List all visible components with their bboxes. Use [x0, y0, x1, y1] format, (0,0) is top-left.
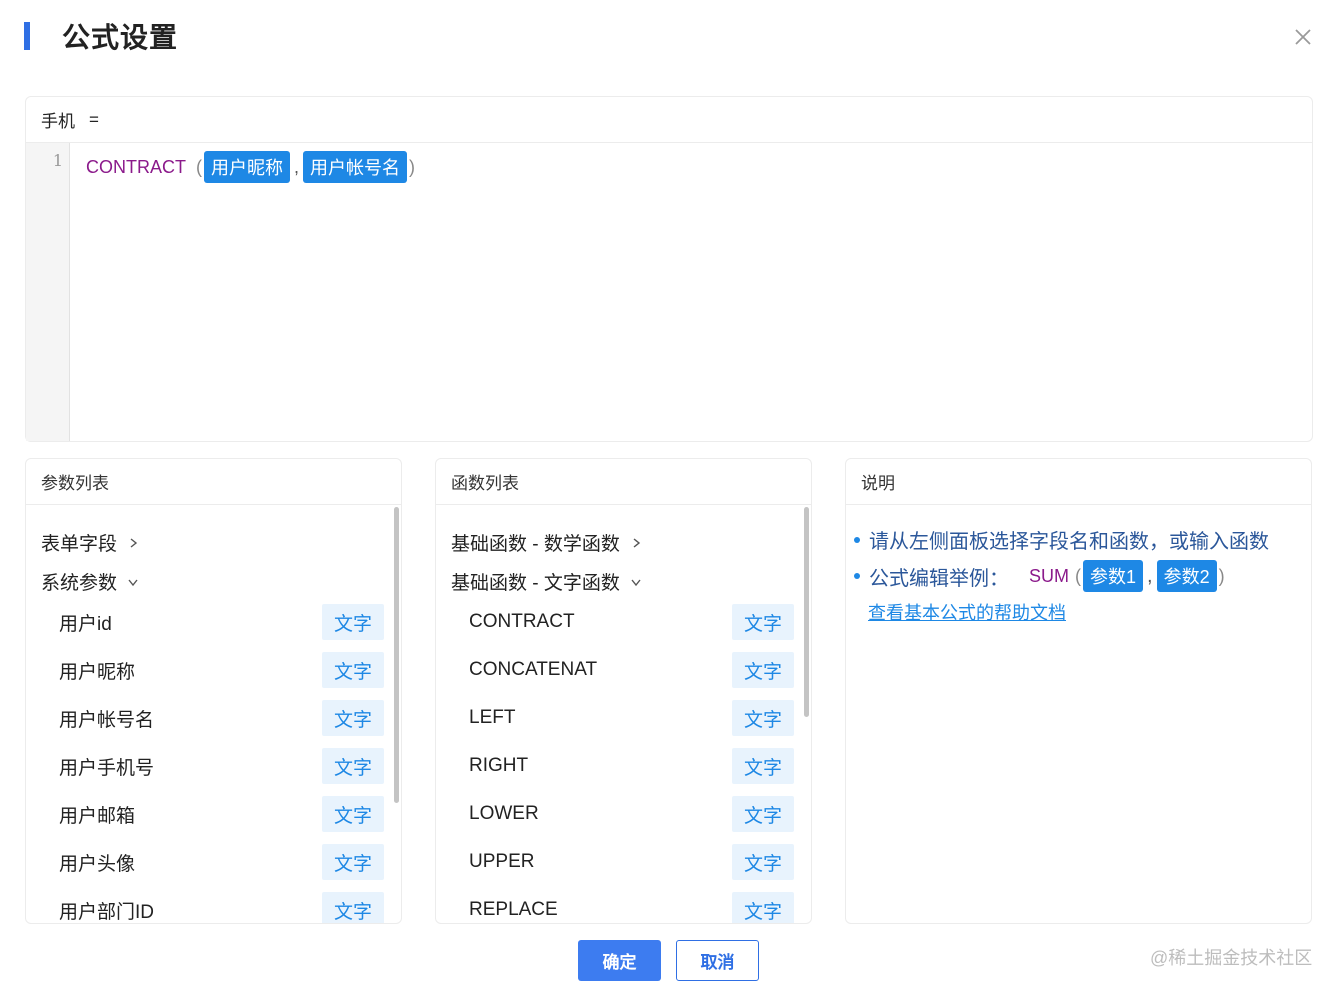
- function-item[interactable]: CONTRACT 文字: [469, 604, 794, 640]
- type-tag: 文字: [732, 892, 794, 923]
- function-name: REPLACE: [469, 899, 558, 920]
- code-area[interactable]: 1 CONTRACT ( 用户昵称 , 用户帐号名 ): [26, 143, 1312, 441]
- type-tag: 文字: [732, 604, 794, 640]
- help-doc-link[interactable]: 查看基本公式的帮助文档: [868, 599, 1066, 625]
- group-text-functions[interactable]: 基础函数 - 文字函数: [451, 568, 642, 595]
- equals-sign: =: [89, 109, 99, 129]
- params-panel-title: 参数列表: [26, 459, 401, 505]
- example-arg-chip: 参数1: [1083, 560, 1144, 592]
- group-label: 基础函数 - 数学函数: [451, 534, 620, 555]
- type-tag: 文字: [732, 796, 794, 832]
- example-arg-chip: 参数2: [1156, 560, 1217, 592]
- chevron-right-icon: [633, 537, 641, 548]
- type-tag: 文字: [322, 844, 384, 880]
- functions-scrollbar[interactable]: [804, 507, 809, 717]
- type-tag: 文字: [322, 652, 384, 688]
- bullet-icon: [854, 536, 860, 543]
- watermark: @稀土掘金技术社区: [1150, 948, 1313, 968]
- type-tag: 文字: [732, 700, 794, 736]
- description-panel: 说明 请从左侧面板选择字段名和函数，或输入函数 公式编辑举例： SUM ( 参数…: [845, 458, 1312, 924]
- close-paren: ): [1218, 565, 1225, 586]
- formula-arg-chip[interactable]: 用户昵称: [204, 151, 290, 183]
- function-name: LEFT: [469, 707, 516, 728]
- function-name: CONTRACT: [469, 611, 575, 632]
- param-item[interactable]: 用户部门ID 文字: [59, 892, 384, 923]
- line-gutter: 1: [26, 143, 70, 441]
- param-name: 用户手机号: [59, 757, 155, 779]
- example-prefix: 公式编辑举例：: [869, 567, 1009, 590]
- arg-separator: ,: [1147, 564, 1153, 587]
- params-panel: 参数列表 表单字段 系统参数 用户id 文字 用户昵称 文字 用户帐号名 文字 …: [25, 458, 402, 924]
- param-name: 用户邮箱: [59, 805, 136, 827]
- param-name: 用户昵称: [59, 661, 136, 683]
- param-item[interactable]: 用户头像 文字: [59, 844, 384, 880]
- type-tag: 文字: [322, 748, 384, 784]
- description-line: 请从左侧面板选择字段名和函数，或输入函数: [854, 525, 1269, 554]
- function-item[interactable]: LOWER 文字: [469, 796, 794, 832]
- bullet-icon: [854, 573, 860, 579]
- functions-panel: 函数列表 基础函数 - 数学函数 基础函数 - 文字函数 CONTRACT 文字…: [435, 458, 812, 924]
- group-label: 系统参数: [41, 573, 118, 594]
- param-item[interactable]: 用户昵称 文字: [59, 652, 384, 688]
- type-tag: 文字: [732, 652, 794, 688]
- group-math-functions[interactable]: 基础函数 - 数学函数: [451, 529, 642, 556]
- function-name: RIGHT: [469, 755, 529, 776]
- function-name: UPPER: [469, 851, 535, 872]
- ok-button[interactable]: 确定: [578, 940, 661, 981]
- description-text: 请从左侧面板选择字段名和函数，或输入函数: [869, 531, 1269, 553]
- close-icon[interactable]: [1290, 24, 1316, 50]
- group-label: 表单字段: [41, 534, 118, 555]
- group-system-params[interactable]: 系统参数: [41, 568, 139, 595]
- type-tag: 文字: [322, 604, 384, 640]
- cancel-button[interactable]: 取消: [676, 940, 759, 981]
- group-label: 基础函数 - 文字函数: [451, 573, 620, 594]
- example-line: 公式编辑举例： SUM ( 参数1 , 参数2 ): [854, 560, 1225, 592]
- type-tag: 文字: [732, 844, 794, 880]
- chevron-down-icon: [128, 579, 138, 586]
- editor-header: 手机 =: [26, 97, 1312, 143]
- function-item[interactable]: CONCATENAT 文字: [469, 652, 794, 688]
- description-panel-title: 说明: [846, 459, 1311, 505]
- chevron-right-icon: [130, 537, 138, 548]
- param-name: 用户id: [59, 613, 112, 635]
- open-paren: (: [1075, 565, 1081, 586]
- function-item[interactable]: REPLACE 文字: [469, 892, 794, 923]
- param-item[interactable]: 用户手机号 文字: [59, 748, 384, 784]
- open-paren: (: [196, 156, 202, 177]
- field-label: 手机: [41, 112, 75, 131]
- param-name: 用户帐号名: [59, 709, 155, 731]
- params-scrollbar[interactable]: [394, 507, 399, 803]
- function-item[interactable]: UPPER 文字: [469, 844, 794, 880]
- type-tag: 文字: [732, 748, 794, 784]
- param-name: 用户部门ID: [59, 901, 155, 923]
- type-tag: 文字: [322, 892, 384, 923]
- group-form-fields[interactable]: 表单字段: [41, 529, 139, 556]
- dialog-header: 公式设置: [0, 0, 1337, 80]
- param-item[interactable]: 用户id 文字: [59, 604, 384, 640]
- param-name: 用户头像: [59, 853, 136, 875]
- param-item[interactable]: 用户邮箱 文字: [59, 796, 384, 832]
- title-accent-bar: [24, 22, 30, 50]
- formula-arg-chip[interactable]: 用户帐号名: [303, 151, 408, 183]
- type-tag: 文字: [322, 700, 384, 736]
- param-item[interactable]: 用户帐号名 文字: [59, 700, 384, 736]
- dialog-title: 公式设置: [62, 22, 179, 53]
- example-function: SUM: [1029, 565, 1069, 586]
- function-name: LOWER: [469, 803, 539, 824]
- type-tag: 文字: [322, 796, 384, 832]
- function-item[interactable]: RIGHT 文字: [469, 748, 794, 784]
- formula-editor: 手机 = 1 CONTRACT ( 用户昵称 , 用户帐号名 ): [25, 96, 1313, 442]
- function-name: CONCATENAT: [469, 659, 598, 680]
- chevron-down-icon: [631, 579, 641, 586]
- formula-function: CONTRACT: [86, 156, 186, 177]
- arg-separator: ,: [294, 156, 300, 177]
- function-item[interactable]: LEFT 文字: [469, 700, 794, 736]
- line-number: 1: [52, 151, 63, 170]
- close-paren: ): [409, 156, 416, 177]
- formula-line[interactable]: CONTRACT ( 用户昵称 , 用户帐号名 ): [86, 151, 415, 183]
- functions-panel-title: 函数列表: [436, 459, 811, 505]
